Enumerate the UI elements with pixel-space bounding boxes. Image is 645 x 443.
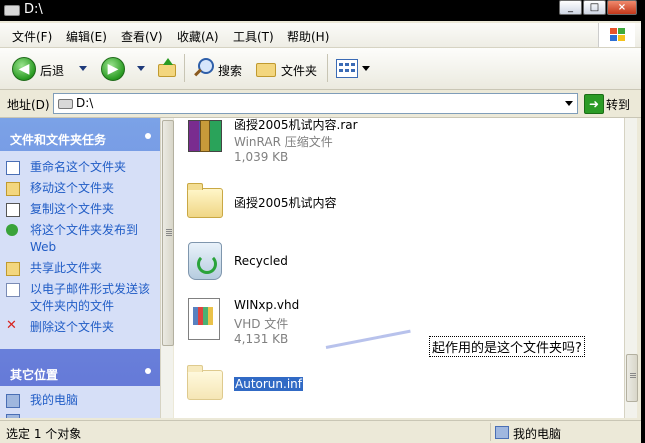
back-history-dropdown-icon[interactable] [79, 66, 87, 71]
partially-visible-icon [6, 414, 20, 418]
folders-icon[interactable] [256, 60, 276, 77]
toolbar-separator [327, 54, 328, 82]
title-bar[interactable]: D:\ _ □ × [0, 0, 641, 21]
file-list-scrollbar[interactable] [624, 118, 638, 418]
search-icon[interactable] [193, 58, 214, 78]
task-move-folder[interactable]: 移动这个文件夹 [6, 180, 154, 197]
task-publish-web[interactable]: 将这个文件夹发布到 Web [6, 222, 154, 256]
tasks-header[interactable]: 文件和文件夹任务 [0, 126, 159, 150]
forward-arrow-icon[interactable]: ▶ [101, 57, 125, 81]
address-bar: 地址(D) D:\ ➜ 转到 [0, 90, 641, 118]
back-button[interactable]: 后退 [40, 62, 64, 79]
file-list: 函授2005机试内容.rar WinRAR 压缩文件 1,039 KB 函授20… [174, 118, 624, 418]
task-share-folder[interactable]: 共享此文件夹 [6, 260, 154, 277]
tasks-panel: 重命名这个文件夹 移动这个文件夹 复制这个文件夹 将这个文件夹发布到 Web 共… [0, 151, 160, 349]
recycle-bin-icon [184, 240, 224, 280]
menu-view[interactable]: 查看(V) [121, 28, 163, 45]
my-computer-icon [6, 394, 20, 408]
address-value: D:\ [76, 96, 94, 110]
address-label: 地址(D) [7, 98, 50, 112]
task-pane-scrollbar[interactable] [160, 118, 174, 418]
annotation-stroke [325, 329, 411, 349]
minimize-button[interactable]: _ [559, 0, 582, 15]
share-icon [6, 262, 20, 276]
rename-icon [6, 161, 20, 175]
window-title: D:\ [24, 2, 43, 17]
menu-favorites[interactable]: 收藏(A) [177, 28, 219, 45]
address-dropdown-button[interactable] [561, 94, 577, 113]
annotation-text: 起作用的是这个文件夹吗? [429, 336, 585, 357]
email-icon [6, 283, 20, 297]
folders-button[interactable]: 文件夹 [281, 62, 317, 79]
task-copy-folder[interactable]: 复制这个文件夹 [6, 201, 154, 218]
menu-bar: 文件(F) 编辑(E) 查看(V) 收藏(A) 工具(T) 帮助(H) [0, 23, 641, 48]
collapse-icon[interactable] [145, 368, 151, 374]
back-arrow-icon[interactable]: ◀ [12, 57, 36, 81]
scrollbar-thumb[interactable] [162, 120, 174, 346]
views-icon[interactable] [336, 59, 358, 78]
status-location: 我的电脑 [513, 427, 562, 441]
toolbar-separator [184, 54, 185, 82]
move-icon [6, 182, 20, 196]
folder-icon [184, 364, 224, 404]
place-my-computer[interactable]: 我的电脑 [6, 392, 154, 409]
places-header[interactable]: 其它位置 [0, 361, 159, 385]
task-email-files[interactable]: 以电子邮件形式发送该文件夹内的文件 [6, 281, 154, 315]
forward-history-dropdown-icon[interactable] [137, 66, 145, 71]
go-button[interactable]: 转到 [606, 96, 630, 113]
status-text: 选定 1 个对象 [6, 427, 82, 441]
task-rename-folder[interactable]: 重命名这个文件夹 [6, 159, 154, 176]
vhd-file-icon [184, 298, 224, 340]
my-computer-icon [495, 426, 509, 439]
task-delete-folder[interactable]: ✕ 删除这个文件夹 [6, 319, 154, 336]
collapse-icon[interactable] [145, 133, 151, 139]
address-input[interactable]: D:\ [53, 93, 578, 114]
maximize-button[interactable]: □ [583, 0, 606, 15]
menu-edit[interactable]: 编辑(E) [66, 28, 107, 45]
views-dropdown-icon[interactable] [362, 66, 370, 71]
close-button[interactable]: × [607, 0, 637, 15]
menu-file[interactable]: 文件(F) [12, 28, 52, 45]
menu-tools[interactable]: 工具(T) [233, 28, 274, 45]
folder-icon [184, 182, 224, 222]
windows-logo-icon [598, 23, 635, 47]
chevron-down-icon [565, 101, 573, 106]
caption-buttons: _ □ × [559, 0, 637, 15]
tasks-title: 文件和文件夹任务 [10, 133, 107, 147]
copy-icon [6, 203, 20, 217]
menu-help[interactable]: 帮助(H) [287, 28, 329, 45]
publish-web-icon [6, 224, 18, 236]
winrar-archive-icon [184, 118, 224, 158]
places-title: 其它位置 [10, 368, 59, 382]
delete-icon: ✕ [6, 318, 17, 333]
drive-icon [58, 99, 73, 109]
toolbar: ◀ 后退 ▶ 搜索 文件夹 [0, 48, 641, 90]
explorer-window: D:\ _ □ × 文件(F) 编辑(E) 查看(V) 收藏(A) 工具(T) … [0, 0, 641, 443]
go-arrow-icon[interactable]: ➜ [584, 94, 604, 114]
scrollbar-thumb[interactable] [626, 354, 638, 402]
search-button[interactable]: 搜索 [218, 62, 242, 79]
drive-icon [4, 5, 20, 16]
task-pane: 文件和文件夹任务 重命名这个文件夹 移动这个文件夹 复制这个文件夹 将这个文件夹… [0, 118, 160, 418]
up-folder-icon[interactable] [156, 58, 176, 77]
selected-file-name: Autorun.inf [234, 377, 303, 391]
status-bar: 选定 1 个对象 我的电脑 [0, 420, 641, 443]
places-panel: 我的电脑 [0, 386, 160, 418]
